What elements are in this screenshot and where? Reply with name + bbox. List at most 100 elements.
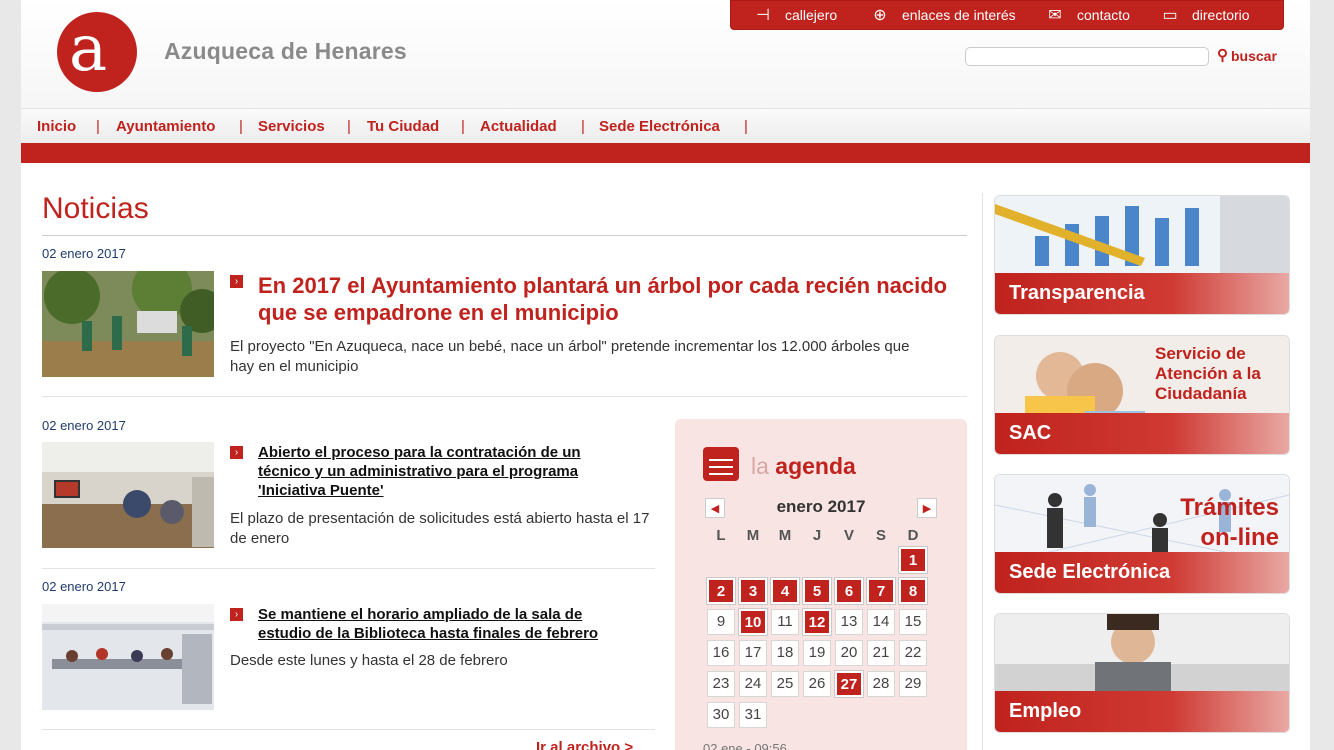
calendar-day: 31 <box>739 702 767 728</box>
next-month-button[interactable]: ▶ <box>917 498 937 518</box>
calendar-day: 26 <box>803 671 831 697</box>
news-title[interactable]: Abierto el proceso para la contratación … <box>258 443 618 500</box>
promo-art-line: on-line <box>1200 524 1279 551</box>
search-icon: ⚲ <box>1217 47 1228 64</box>
promo-sede-electronica[interactable]: Trámites on-line Sede Electrónica <box>994 474 1290 594</box>
calendar-icon <box>703 447 739 481</box>
agenda-event-preview[interactable]: 02 ene - 09:56 <box>703 741 787 750</box>
promo-transparencia[interactable]: Transparencia <box>994 195 1290 315</box>
sidebar-divider <box>982 193 983 750</box>
weekday-label: S <box>875 527 886 544</box>
news-date: 02 enero 2017 <box>42 579 126 594</box>
page-title: Noticias <box>42 192 149 225</box>
divider <box>42 568 655 569</box>
calendar-day: 14 <box>867 609 895 635</box>
main-nav: Inicio | Ayuntamiento | Servicios | Tu C… <box>21 108 1310 144</box>
calendar-day-event[interactable]: 7 <box>866 577 896 605</box>
agenda-title-prefix: la <box>751 453 769 479</box>
calendar-day: 15 <box>899 609 927 635</box>
calendar-day-event[interactable]: 10 <box>738 608 768 636</box>
promo-label: Transparencia <box>1009 282 1145 304</box>
topbar-item-contacto[interactable]: ✉ contacto <box>1045 1 1130 29</box>
calendar-day: 18 <box>771 640 799 666</box>
nav-separator: | <box>96 118 100 135</box>
topbar-item-label: contacto <box>1077 7 1130 23</box>
promo-art-text: Trámites on-line <box>1171 493 1279 553</box>
news-title[interactable]: En 2017 el Ayuntamiento plantará un árbo… <box>258 272 948 326</box>
page: a Azuqueca de Henares ⊣ callejero ⊕ enla… <box>21 0 1310 750</box>
calendar-day-event[interactable]: 8 <box>898 577 928 605</box>
nav-item-inicio[interactable]: Inicio <box>37 118 76 135</box>
nav-item-actualidad[interactable]: Actualidad <box>480 118 557 135</box>
news-image-trees <box>42 271 214 377</box>
agenda-panel: la agenda ◀ enero 2017 ▶ LMMJVSD 1234567… <box>675 419 967 750</box>
calendar-day: 24 <box>739 671 767 697</box>
topbar-item-label: enlaces de interés <box>902 7 1016 23</box>
nav-separator: | <box>347 118 351 135</box>
nav-separator: | <box>239 118 243 135</box>
calendar-day-event[interactable]: 2 <box>706 577 736 605</box>
header: a Azuqueca de Henares ⊣ callejero ⊕ enla… <box>21 0 1310 108</box>
search-input[interactable] <box>965 47 1209 66</box>
nav-item-tu-ciudad[interactable]: Tu Ciudad <box>367 118 439 135</box>
calendar-day: 20 <box>835 640 863 666</box>
news-summary: El proyecto "En Azuqueca, nace un bebé, … <box>230 338 910 375</box>
news-image[interactable] <box>42 604 214 710</box>
site-logo[interactable]: a <box>57 12 137 92</box>
calendar-day-event[interactable]: 3 <box>738 577 768 605</box>
calendar-day: 22 <box>899 640 927 666</box>
agenda-title: la agenda <box>751 453 856 480</box>
news-date: 02 enero 2017 <box>42 418 126 433</box>
calendar-day: 17 <box>739 640 767 666</box>
promo-art-line: Atención a la <box>1155 364 1261 383</box>
site-name[interactable]: Azuqueca de Henares <box>164 38 407 65</box>
archive-link[interactable]: Ir al archivo > <box>536 739 633 750</box>
news-title[interactable]: Se mantiene el horario ampliado de la sa… <box>258 605 638 643</box>
nav-separator: | <box>744 118 748 135</box>
promo-empleo[interactable]: Empleo <box>994 613 1290 733</box>
nav-separator: | <box>581 118 585 135</box>
search-button-label: buscar <box>1231 48 1277 64</box>
news-summary: Desde este lunes y hasta el 28 de febrer… <box>230 652 508 669</box>
divider <box>42 729 655 730</box>
calendar-day-event[interactable]: 12 <box>802 608 832 636</box>
book-icon: ▭ <box>1162 7 1178 24</box>
nav-red-bar <box>21 143 1310 163</box>
calendar-day-event[interactable]: 1 <box>898 546 928 574</box>
news-image[interactable] <box>42 442 214 548</box>
promo-art-line: Trámites <box>1180 494 1279 521</box>
prev-month-button[interactable]: ◀ <box>705 498 725 518</box>
topbar-item-callejero[interactable]: ⊣ callejero <box>753 1 837 29</box>
promo-art-text: Servicio de Atención a la Ciudadanía <box>1155 344 1261 404</box>
nav-item-servicios[interactable]: Servicios <box>258 118 325 135</box>
arrow-right-icon: › <box>230 608 243 621</box>
news-date: 02 enero 2017 <box>42 246 126 261</box>
envelope-icon: ✉ <box>1048 7 1062 24</box>
arrow-right-icon: › <box>230 275 243 288</box>
promo-label: SAC <box>1009 422 1052 444</box>
calendar-day-event[interactable]: 5 <box>802 577 832 605</box>
calendar-day-event[interactable]: 27 <box>834 670 864 698</box>
calendar-day-event[interactable]: 4 <box>770 577 800 605</box>
news-summary: El plazo de presentación de solicitudes … <box>230 510 650 547</box>
calendar-day: 30 <box>707 702 735 728</box>
topbar-item-directorio[interactable]: ▭ directorio <box>1160 1 1249 29</box>
promo-sac[interactable]: Servicio de Atención a la Ciudadanía SAC <box>994 335 1290 455</box>
calendar-day: 29 <box>899 671 927 697</box>
weekday-label: V <box>843 527 854 544</box>
logo-letter-mark: a <box>69 12 108 86</box>
calendar-day: 21 <box>867 640 895 666</box>
search-button[interactable]: ⚲ buscar <box>1217 46 1277 64</box>
news-image-office <box>42 442 214 548</box>
calendar-day-event[interactable]: 6 <box>834 577 864 605</box>
topbar-item-enlaces[interactable]: ⊕ enlaces de interés <box>870 1 1016 29</box>
nav-item-sede-electronica[interactable]: Sede Electrónica <box>599 118 720 135</box>
calendar-day: 19 <box>803 640 831 666</box>
nav-item-ayuntamiento[interactable]: Ayuntamiento <box>116 118 215 135</box>
weekday-label: M <box>746 527 760 544</box>
calendar-month: enero 2017 <box>776 497 866 516</box>
news-image[interactable] <box>42 271 214 377</box>
calendar-day: 23 <box>707 671 735 697</box>
signpost-icon: ⊣ <box>756 7 770 24</box>
calendar-day: 13 <box>835 609 863 635</box>
